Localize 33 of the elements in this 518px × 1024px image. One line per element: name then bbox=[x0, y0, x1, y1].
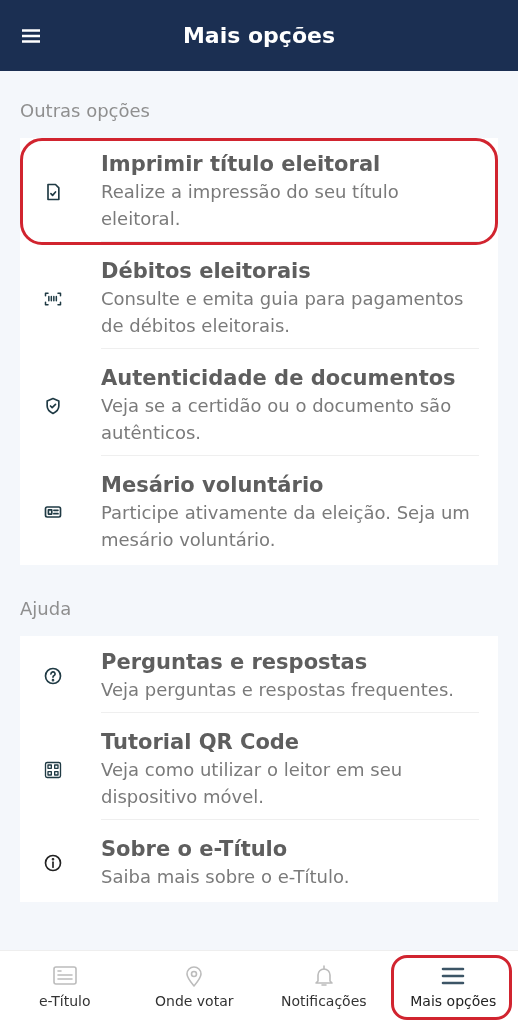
option-description: Veja se a certidão ou o documento são autênticos. bbox=[101, 394, 453, 445]
option-title: Débitos eleitorais bbox=[101, 258, 312, 285]
qr-code-icon bbox=[43, 759, 63, 780]
page-title: Mais opções bbox=[181, 22, 337, 50]
option-row[interactable]: Autenticidade de documentos Veja se a certidão ou o documento são autênticos. bbox=[20, 352, 498, 459]
option-title: Mesário voluntário bbox=[101, 472, 325, 499]
info-icon bbox=[43, 852, 63, 873]
option-title: Autenticidade de documentos bbox=[101, 365, 457, 392]
section-label: Ajuda bbox=[19, 597, 73, 621]
option-title: Tutorial QR Code bbox=[101, 729, 301, 756]
option-row[interactable]: Imprimir título eleitoral Realize a impressão do seu título eleitoral. bbox=[20, 138, 498, 245]
question-icon bbox=[43, 666, 63, 686]
nav-tab[interactable]: e-Título bbox=[0, 951, 130, 1024]
menu-icon[interactable] bbox=[22, 28, 40, 43]
option-description: Veja perguntas e respostas frequentes. bbox=[101, 678, 455, 702]
nav-tab[interactable]: Notificações bbox=[259, 951, 389, 1024]
option-title: Imprimir título eleitoral bbox=[101, 151, 382, 178]
option-row[interactable]: Sobre o e-Título Saiba mais sobre o e-Título. bbox=[20, 823, 498, 902]
option-title: Sobre o e-Título bbox=[101, 836, 289, 863]
option-row[interactable]: Tutorial QR Code Veja como utilizar o leitor em seu dispositivo móvel. bbox=[20, 716, 498, 823]
option-description: Realize a impressão do seu título eleitoral. bbox=[101, 180, 400, 231]
option-row[interactable]: Débitos eleitorais Consulte e emita guia para pagamentos de débitos eleitorais. bbox=[20, 245, 498, 352]
option-title: Perguntas e respostas bbox=[101, 649, 369, 676]
option-description: Saiba mais sobre o e-Título. bbox=[101, 865, 351, 889]
option-row[interactable]: Mesário voluntário Participe ativamente da eleição. Seja um mesário voluntário. bbox=[20, 459, 498, 565]
option-row[interactable]: Perguntas e respostas Veja perguntas e respostas frequentes. bbox=[20, 636, 498, 716]
option-description: Participe ativamente da eleição. Seja um mesário voluntário. bbox=[101, 501, 471, 552]
option-description: Veja como utilizar o leitor em seu dispositivo móvel. bbox=[101, 758, 404, 809]
section-label: Outras opções bbox=[19, 99, 151, 123]
shield-check-icon bbox=[43, 395, 63, 416]
option-description: Consulte e emita guia para pagamentos de débitos eleitorais. bbox=[101, 287, 465, 338]
nav-tab[interactable]: Mais opções bbox=[388, 951, 518, 1024]
nav-tab[interactable]: Onde votar bbox=[129, 951, 259, 1024]
